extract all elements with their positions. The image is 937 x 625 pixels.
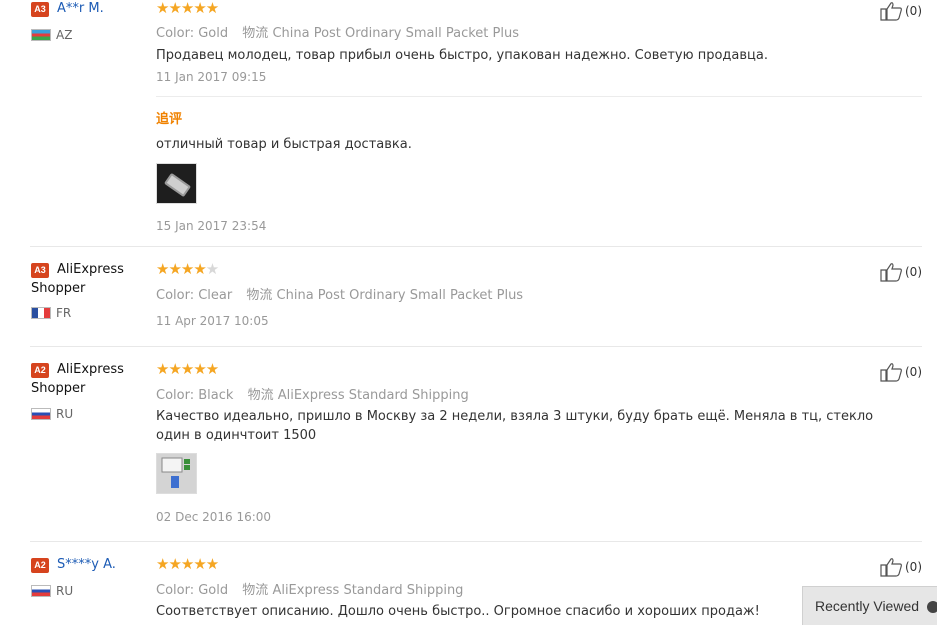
reviewer-country: AZ (56, 28, 73, 42)
review-divider (30, 246, 922, 247)
country-flag-icon (31, 585, 51, 597)
review-divider (30, 541, 922, 542)
helpful-count: (0) (905, 365, 922, 379)
helpful-button[interactable]: (0) (880, 362, 937, 382)
shipping-value: AliExpress Standard Shipping (272, 583, 464, 598)
reviewer-name[interactable]: S****y A. (57, 557, 116, 572)
reviewer-name[interactable]: A**r M. (57, 1, 104, 16)
followup-divider (156, 96, 922, 97)
thumbs-up-icon (880, 263, 902, 282)
review-meta: Color: Clear 物流 China Post Ordinary Smal… (156, 284, 523, 303)
shipping-label: 物流 (242, 26, 269, 41)
shipping-label: 物流 (247, 388, 274, 403)
buyer-level-badge: A2 (31, 558, 49, 573)
color-value: Clear (198, 288, 233, 303)
reviewer-name: AliExpress Shopper (31, 362, 124, 396)
review-meta: Color: Gold 物流 AliExpress Standard Shipp… (156, 579, 463, 598)
helpful-count: (0) (905, 4, 922, 18)
thumbs-up-icon (880, 558, 902, 577)
helpful-button[interactable]: (0) (880, 1, 937, 21)
review-divider (30, 346, 922, 347)
followup-date: 15 Jan 2017 23:54 (156, 219, 267, 233)
color-value: Gold (198, 26, 229, 41)
star-rating: ★★★★★ (156, 555, 219, 573)
review-text: Соответствует описанию. Дошло очень быст… (156, 604, 760, 619)
followup-label: 追评 (156, 112, 183, 127)
star-rating: ★★★★★ (156, 260, 219, 278)
review-text: Продавец молодец, товар прибыл очень быс… (156, 48, 768, 63)
helpful-count: (0) (905, 560, 922, 574)
color-value: Black (198, 388, 234, 403)
shipping-value: China Post Ordinary Small Packet Plus (276, 288, 524, 303)
reviewer-country: FR (56, 306, 72, 320)
country-flag-icon (31, 408, 51, 420)
color-value: Gold (198, 583, 229, 598)
buyer-level-badge: A3 (31, 2, 49, 17)
color-label: Color: (156, 583, 195, 598)
recently-viewed-label: Recently Viewed (815, 598, 920, 614)
review-meta: Color: Gold 物流 China Post Ordinary Small… (156, 22, 519, 41)
shipping-label: 物流 (246, 288, 273, 303)
thumbs-up-icon (880, 2, 902, 21)
review-date: 11 Jan 2017 09:15 (156, 70, 267, 84)
reviewer-country: RU (56, 584, 74, 598)
shipping-value: AliExpress Standard Shipping (277, 388, 469, 403)
helpful-button[interactable]: (0) (880, 262, 937, 282)
star-rating: ★★★★★ (156, 360, 219, 378)
color-label: Color: (156, 388, 195, 403)
phone-photo-icon (157, 164, 196, 203)
reviewer-name: AliExpress Shopper (31, 262, 124, 296)
followup-text: отличный товар и быстрая доставка. (156, 137, 412, 152)
country-flag-icon (31, 29, 51, 41)
review-photo-thumbnail[interactable] (156, 163, 197, 204)
recently-viewed-tab[interactable]: Recently Viewed (802, 586, 937, 625)
star-rating: ★★★★★ (156, 0, 219, 17)
helpful-count: (0) (905, 265, 922, 279)
review-photo-thumbnail[interactable] (156, 453, 197, 494)
package-photo-icon (157, 454, 196, 493)
country-flag-icon (31, 307, 51, 319)
shipping-value: China Post Ordinary Small Packet Plus (272, 26, 519, 41)
thumbs-up-icon (880, 363, 902, 382)
color-label: Color: (156, 288, 195, 303)
color-label: Color: (156, 26, 195, 41)
helpful-button[interactable]: (0) (880, 557, 937, 577)
shipping-label: 物流 (242, 583, 269, 598)
review-date: 11 Apr 2017 10:05 (156, 314, 269, 328)
review-text: Качество идеально, пришло в Москву за 2 … (156, 409, 874, 443)
review-date: 02 Dec 2016 16:00 (156, 510, 272, 524)
reviewer-country: RU (56, 407, 74, 421)
review-meta: Color: Black 物流 AliExpress Standard Ship… (156, 384, 469, 403)
chevron-up-icon (927, 601, 937, 613)
